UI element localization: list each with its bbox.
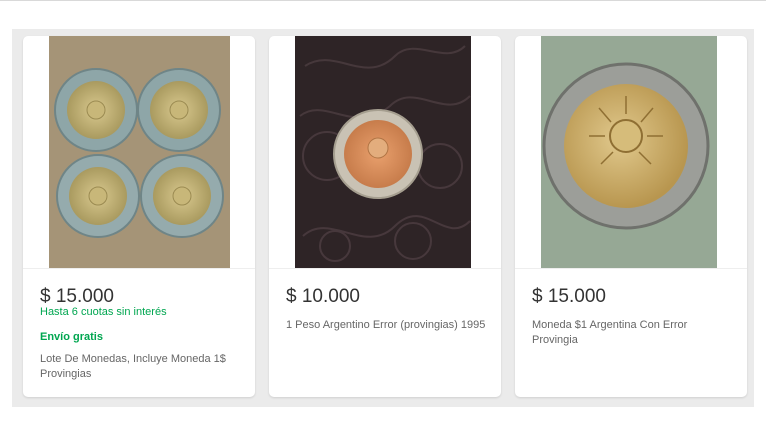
top-divider xyxy=(0,0,766,1)
listing-image[interactable] xyxy=(23,36,255,269)
installments-text: Hasta 6 cuotas sin interés xyxy=(40,306,167,318)
coin-photo xyxy=(541,36,717,268)
listing-image[interactable] xyxy=(269,36,501,269)
listing-price[interactable]: $ 15.000 xyxy=(532,286,606,308)
listing-card[interactable]: $ 15.000 Moneda $1 Argentina Con Error P… xyxy=(515,36,747,397)
listing-title[interactable]: 1 Peso Argentino Error (provingias) 1995 xyxy=(286,318,486,333)
listing-card[interactable]: $ 15.000 Hasta 6 cuotas sin interés Enví… xyxy=(23,36,255,397)
coins-photo xyxy=(49,36,230,268)
free-shipping-badge: Envío gratis xyxy=(40,331,103,343)
coin-photo xyxy=(295,36,471,268)
listing-card[interactable]: $ 10.000 1 Peso Argentino Error (proving… xyxy=(269,36,501,397)
listing-title[interactable]: Lote De Monedas, Incluye Moneda 1$ Provi… xyxy=(40,352,240,382)
listing-price[interactable]: $ 10.000 xyxy=(286,286,360,308)
listing-image[interactable] xyxy=(515,36,747,269)
listing-price[interactable]: $ 15.000 xyxy=(40,286,114,308)
listing-title[interactable]: Moneda $1 Argentina Con Error Provingia xyxy=(532,318,732,348)
results-grid: $ 15.000 Hasta 6 cuotas sin interés Enví… xyxy=(12,29,754,407)
